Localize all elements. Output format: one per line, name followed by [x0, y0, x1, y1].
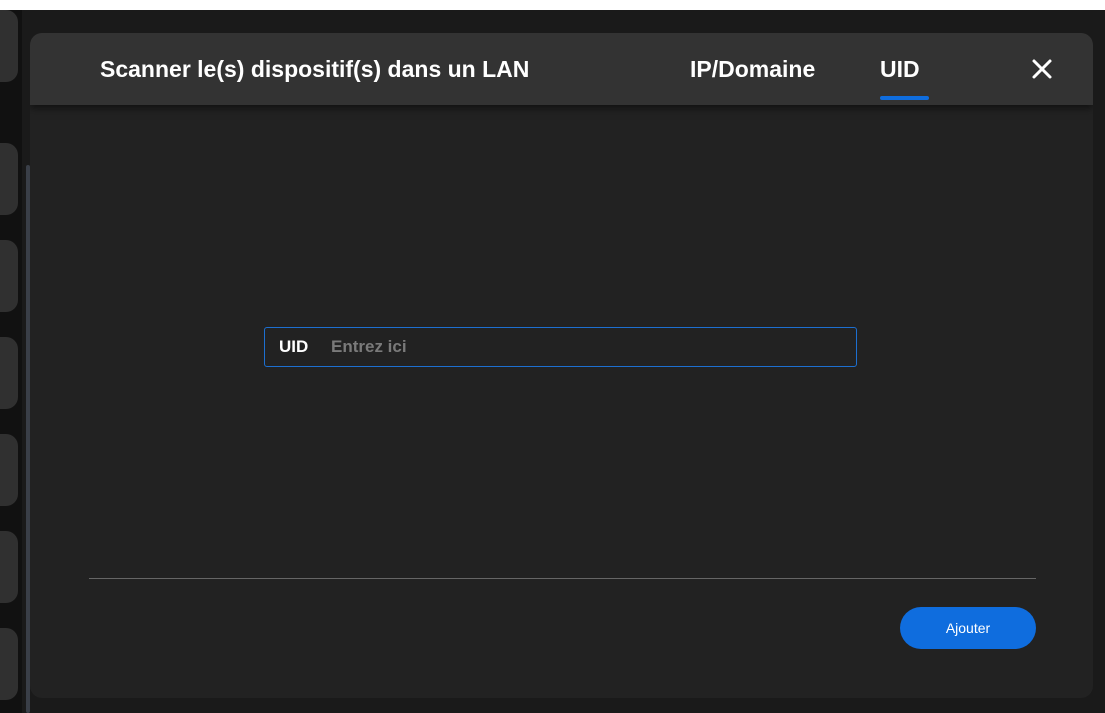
dialog-header: Scanner le(s) dispositif(s) dans un LAN … [30, 33, 1093, 105]
background-tile [0, 10, 18, 82]
active-tab-indicator [880, 96, 929, 100]
close-button[interactable] [1028, 55, 1056, 83]
uid-label: UID [279, 337, 309, 356]
tab-ip-domain[interactable]: IP/Domaine [690, 54, 815, 84]
add-device-dialog: Scanner le(s) dispositif(s) dans un LAN … [30, 33, 1093, 698]
tab-uid[interactable]: UID [880, 54, 920, 84]
background-tile [0, 531, 18, 603]
background-tile [0, 628, 18, 700]
uid-input-container[interactable]: UID [264, 327, 857, 367]
close-icon [1032, 59, 1052, 79]
background-tile [0, 143, 18, 215]
tab-lan-scan[interactable]: Scanner le(s) dispositif(s) dans un LAN [100, 54, 529, 84]
footer-divider [89, 578, 1036, 579]
background-tile [0, 337, 18, 409]
background-sidebar [0, 10, 22, 713]
uid-input[interactable] [331, 328, 841, 366]
background-tile [0, 240, 18, 312]
background-tile [0, 434, 18, 506]
add-button[interactable]: Ajouter [900, 607, 1036, 649]
